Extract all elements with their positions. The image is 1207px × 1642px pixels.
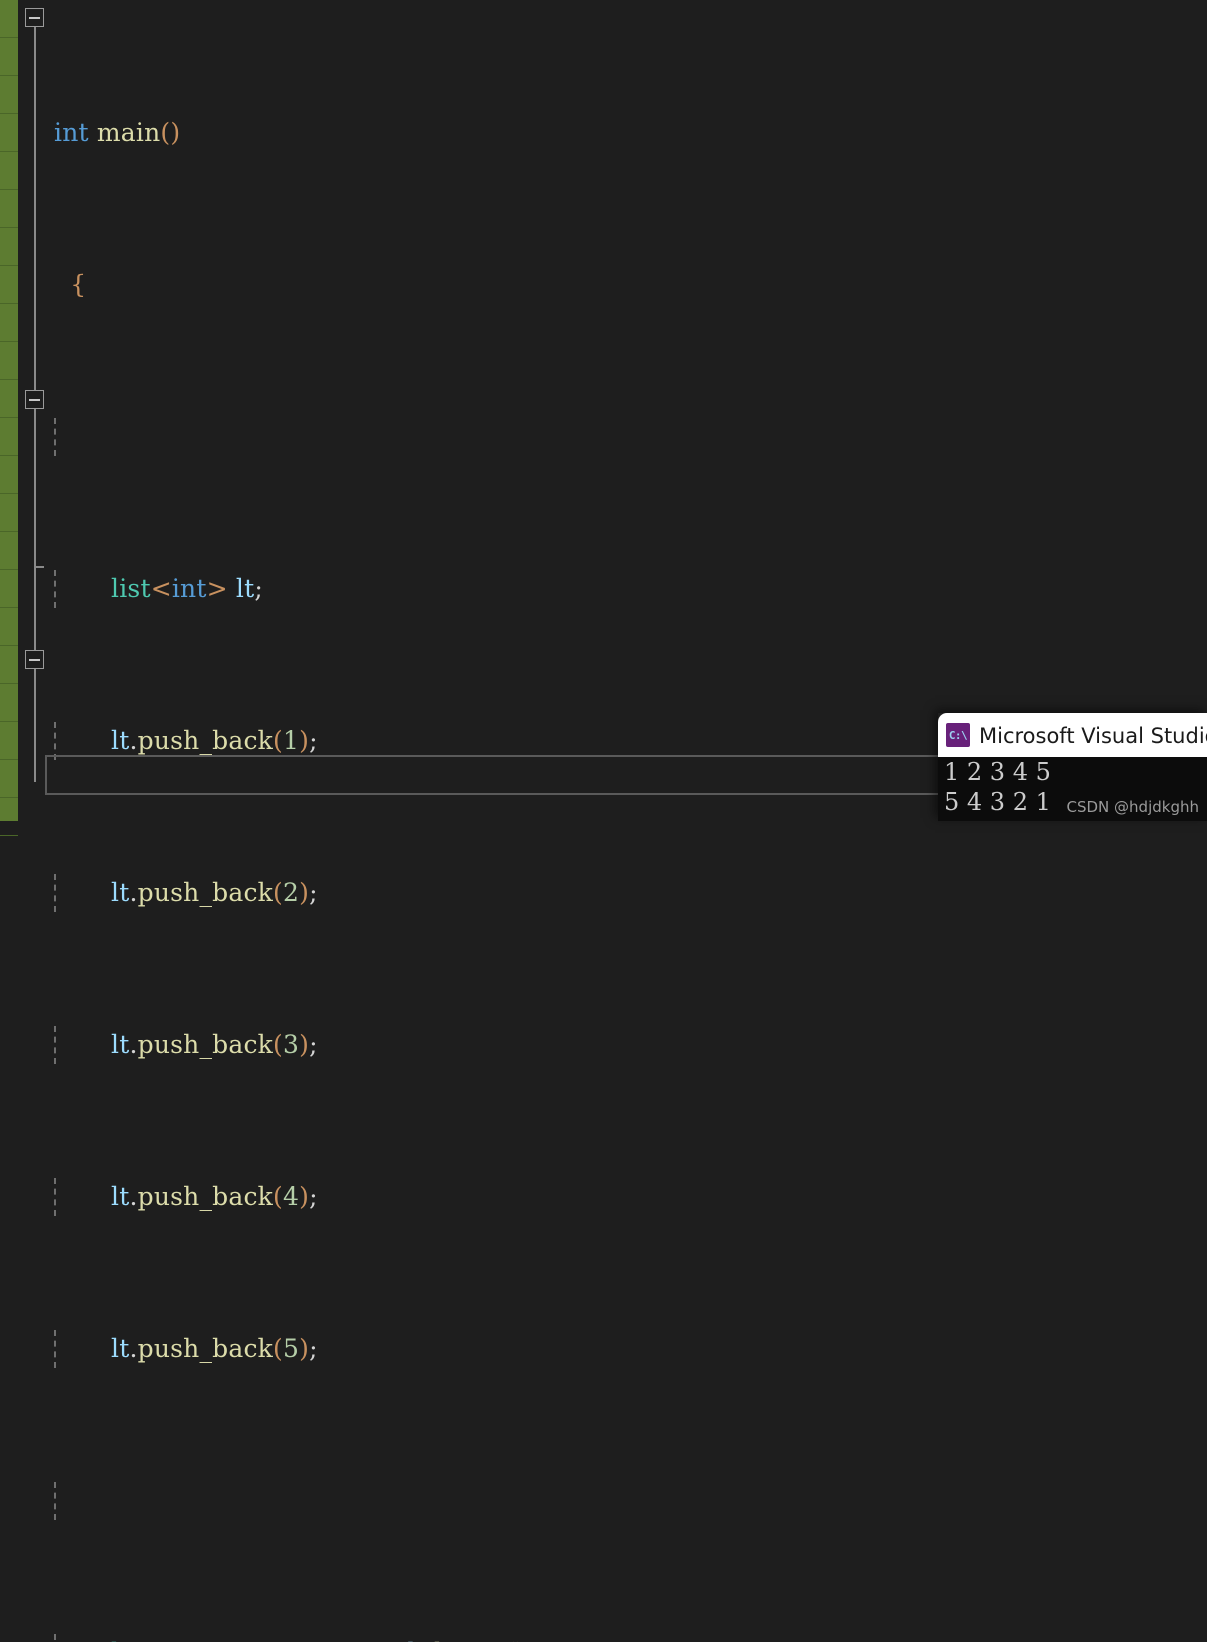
outlining-gutter[interactable] bbox=[24, 0, 46, 821]
code-line[interactable] bbox=[46, 1482, 1207, 1520]
console-output-line: 1 2 3 4 5 bbox=[944, 758, 1051, 786]
outline-end-tick bbox=[34, 566, 44, 568]
fold-toggle-icon[interactable] bbox=[25, 390, 44, 409]
console-title: Microsoft Visual Studio 调试 bbox=[979, 724, 1207, 748]
console-titlebar[interactable]: C:\ Microsoft Visual Studio 调试 bbox=[938, 713, 1207, 757]
code-line[interactable]: list<int>::iterator it = lt.begin(); bbox=[46, 1634, 1207, 1642]
code-line[interactable]: list<int> lt; bbox=[46, 570, 1207, 608]
fold-toggle-icon[interactable] bbox=[25, 8, 44, 27]
code-line[interactable]: int main() bbox=[46, 114, 1207, 152]
code-line[interactable]: lt.push_back(4); bbox=[46, 1178, 1207, 1216]
code-surface[interactable]: int main() { list<int> lt; lt.push_back(… bbox=[46, 0, 1207, 1642]
code-line[interactable]: lt.push_back(2); bbox=[46, 874, 1207, 912]
console-output: 1 2 3 4 5 5 4 3 2 1 CSDN @hdjdkghh bbox=[938, 757, 1207, 821]
code-editor[interactable]: int main() { list<int> lt; lt.push_back(… bbox=[0, 0, 1207, 1642]
debug-console-window[interactable]: C:\ Microsoft Visual Studio 调试 1 2 3 4 5… bbox=[938, 713, 1207, 821]
code-line[interactable]: lt.push_back(5); bbox=[46, 1330, 1207, 1368]
code-line[interactable] bbox=[46, 418, 1207, 456]
fold-toggle-icon[interactable] bbox=[25, 650, 44, 669]
cmd-console-icon: C:\ bbox=[946, 723, 970, 747]
code-line[interactable]: { bbox=[46, 266, 1207, 304]
csdn-watermark: CSDN @hdjdkghh bbox=[1066, 798, 1199, 816]
code-line[interactable]: lt.push_back(3); bbox=[46, 1026, 1207, 1064]
changed-lines-strip bbox=[0, 0, 18, 836]
